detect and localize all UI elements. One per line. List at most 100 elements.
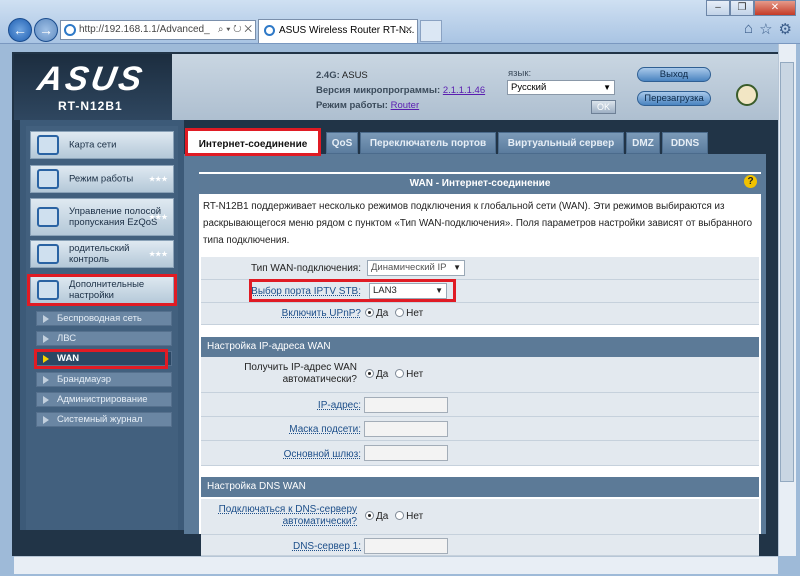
- sidebar-item-network-map[interactable]: Карта сети: [30, 131, 174, 159]
- favorites-icon[interactable]: ☆: [759, 20, 772, 38]
- yes-label: Да: [376, 511, 389, 522]
- ip-address-label: IP-адрес:: [317, 400, 361, 411]
- subitem-wireless[interactable]: Беспроводная сеть: [36, 311, 172, 326]
- horizontal-scrollbar[interactable]: [14, 556, 778, 574]
- subitem-administration[interactable]: Администрирование: [36, 392, 172, 407]
- dns-auto-no-radio[interactable]: [395, 511, 405, 520]
- subitem-lan[interactable]: ЛВС: [36, 331, 172, 346]
- window-controls: – ❐ ✕: [706, 0, 796, 16]
- yes-label: Да: [376, 369, 389, 380]
- row-gateway: Основной шлюз:: [201, 441, 759, 466]
- home-icon[interactable]: ⌂: [744, 20, 753, 38]
- language-value: Русский: [511, 82, 547, 93]
- language-ok-button[interactable]: OK: [591, 100, 616, 114]
- ip-auto-label: Получить IP-адрес WAN автоматически?: [244, 362, 357, 385]
- upnp-label: Включить UPnP?: [281, 308, 361, 319]
- language-label: язык:: [508, 68, 532, 79]
- ssid-label: 2.4G:: [316, 70, 340, 81]
- forward-button[interactable]: →: [34, 18, 58, 42]
- mode-label: Режим работы:: [316, 100, 388, 111]
- iptv-port-select[interactable]: LAN3 ▼: [369, 283, 447, 299]
- dns-auto-label: Подключаться к DNS-серверу автоматически…: [218, 504, 357, 527]
- subitem-label: Системный журнал: [57, 414, 143, 425]
- browser-right-icons: ⌂ ☆ ⚙: [744, 20, 792, 38]
- tab-close-icon[interactable]: ✕: [405, 20, 413, 42]
- back-button[interactable]: ←: [8, 18, 32, 42]
- upnp-no-radio[interactable]: [395, 308, 405, 317]
- sidebar-item-label: Дополнительные настройки: [69, 279, 145, 301]
- sidebar-item-ezqos[interactable]: Управление полосой пропускания EzQoS ★★★: [30, 198, 174, 236]
- ip-auto-yes-radio[interactable]: [365, 369, 374, 378]
- dns-auto-yes-radio[interactable]: [365, 511, 374, 520]
- iptv-value: LAN3: [373, 285, 397, 296]
- new-tab-button[interactable]: [420, 20, 442, 42]
- subitem-label: Брандмауэр: [57, 374, 112, 385]
- ip-address-input[interactable]: [364, 397, 448, 413]
- arrow-icon: [43, 396, 49, 404]
- tab-dmz[interactable]: DMZ: [626, 132, 660, 154]
- row-wan-type: Тип WAN-подключения:: [201, 257, 759, 280]
- sidebar-item-parental-control[interactable]: родительский контроль ★★★: [30, 240, 174, 268]
- sidebar-item-advanced-settings[interactable]: Дополнительные настройки: [30, 275, 174, 305]
- panel-title: WAN - Интернет-соединение: [199, 174, 761, 194]
- tab-port-switch[interactable]: Переключатель портов: [360, 132, 496, 154]
- subitem-system-log[interactable]: Системный журнал: [36, 412, 172, 427]
- ie-icon: [64, 24, 76, 36]
- dns-section-header: Настройка DNS WAN: [201, 477, 759, 497]
- no-label: Нет: [406, 308, 424, 319]
- close-window-button[interactable]: ✕: [754, 0, 796, 16]
- row-iptv: Выбор порта IPTV STB:: [201, 280, 759, 303]
- ip-auto-no-radio[interactable]: [395, 369, 405, 378]
- subnet-mask-input[interactable]: [364, 421, 448, 437]
- dns1-input[interactable]: [364, 538, 448, 554]
- help-icon[interactable]: ?: [744, 175, 757, 188]
- iptv-label: Выбор порта IPTV STB:: [251, 286, 361, 297]
- ip-section-header: Настройка IP-адреса WAN: [201, 337, 759, 357]
- chevron-down-icon: ▼: [603, 83, 611, 92]
- arrow-icon: [43, 335, 49, 343]
- upnp-yes-radio[interactable]: [365, 308, 374, 317]
- minimize-button[interactable]: –: [706, 0, 730, 16]
- arrow-icon: [43, 416, 49, 424]
- subitem-label: Беспроводная сеть: [57, 313, 142, 324]
- subitem-label: ЛВС: [57, 333, 77, 344]
- vertical-scroll-thumb[interactable]: [780, 62, 794, 482]
- gateway-label: Основной шлюз:: [283, 449, 361, 460]
- gateway-input[interactable]: [364, 445, 448, 461]
- subitem-label: WAN: [57, 353, 80, 364]
- yes-label: Да: [376, 308, 389, 319]
- maximize-button[interactable]: ❐: [730, 0, 754, 16]
- panel-description: RT-N12B1 поддерживает несколько режимов …: [203, 201, 753, 247]
- browser-tab[interactable]: ASUS Wireless Router RT-N... ✕: [258, 19, 418, 43]
- firmware-link[interactable]: 2.1.1.1.46: [443, 85, 485, 96]
- row-subnet-mask: Маска подсети:: [201, 417, 759, 441]
- row-dns1: DNS-сервер 1:: [201, 535, 759, 556]
- stars-icon: ★★★: [148, 212, 167, 222]
- mode-link[interactable]: Router: [391, 100, 420, 111]
- address-bar[interactable]: http://192.168.1.1/Advanced_ ⌕ ▾ ↻ ✕: [60, 20, 256, 40]
- mascot-icon: [736, 84, 758, 106]
- tab-virtual-server[interactable]: Виртуальный сервер: [498, 132, 624, 154]
- row-ip-address: IP-адрес:: [201, 393, 759, 417]
- address-tools-icons[interactable]: ⌕ ▾ ↻ ✕: [218, 21, 252, 39]
- tab-ddns[interactable]: DDNS: [662, 132, 708, 154]
- ip-auto-radio-group: Да Нет: [365, 367, 423, 383]
- row-ip-auto: Получить IP-адрес WAN автоматически? Да …: [201, 357, 759, 393]
- logout-button[interactable]: Выход: [637, 67, 711, 82]
- reboot-button[interactable]: Перезагрузка: [637, 91, 711, 106]
- row-dns-auto: Подключаться к DNS-серверу автоматически…: [201, 499, 759, 535]
- language-select[interactable]: Русский ▼: [507, 80, 615, 95]
- arrow-icon: [43, 315, 49, 323]
- tab-qos[interactable]: QoS: [326, 132, 358, 154]
- no-label: Нет: [406, 511, 424, 522]
- tab-internet-connection[interactable]: Интернет-соединение: [185, 128, 321, 156]
- subitem-firewall[interactable]: Брандмауэр: [36, 372, 172, 387]
- qos-icon: [37, 207, 59, 227]
- wan-type-select[interactable]: Динамический IP ▼: [367, 260, 465, 276]
- subitem-wan[interactable]: WAN: [36, 351, 172, 366]
- settings-gear-icon[interactable]: ⚙: [779, 20, 792, 38]
- subnet-mask-label: Маска подсети:: [289, 424, 361, 435]
- sidebar-item-label: Карта сети: [69, 139, 117, 151]
- network-map-icon: [37, 135, 59, 155]
- sidebar-item-operation-mode[interactable]: Режим работы ★★★: [30, 165, 174, 193]
